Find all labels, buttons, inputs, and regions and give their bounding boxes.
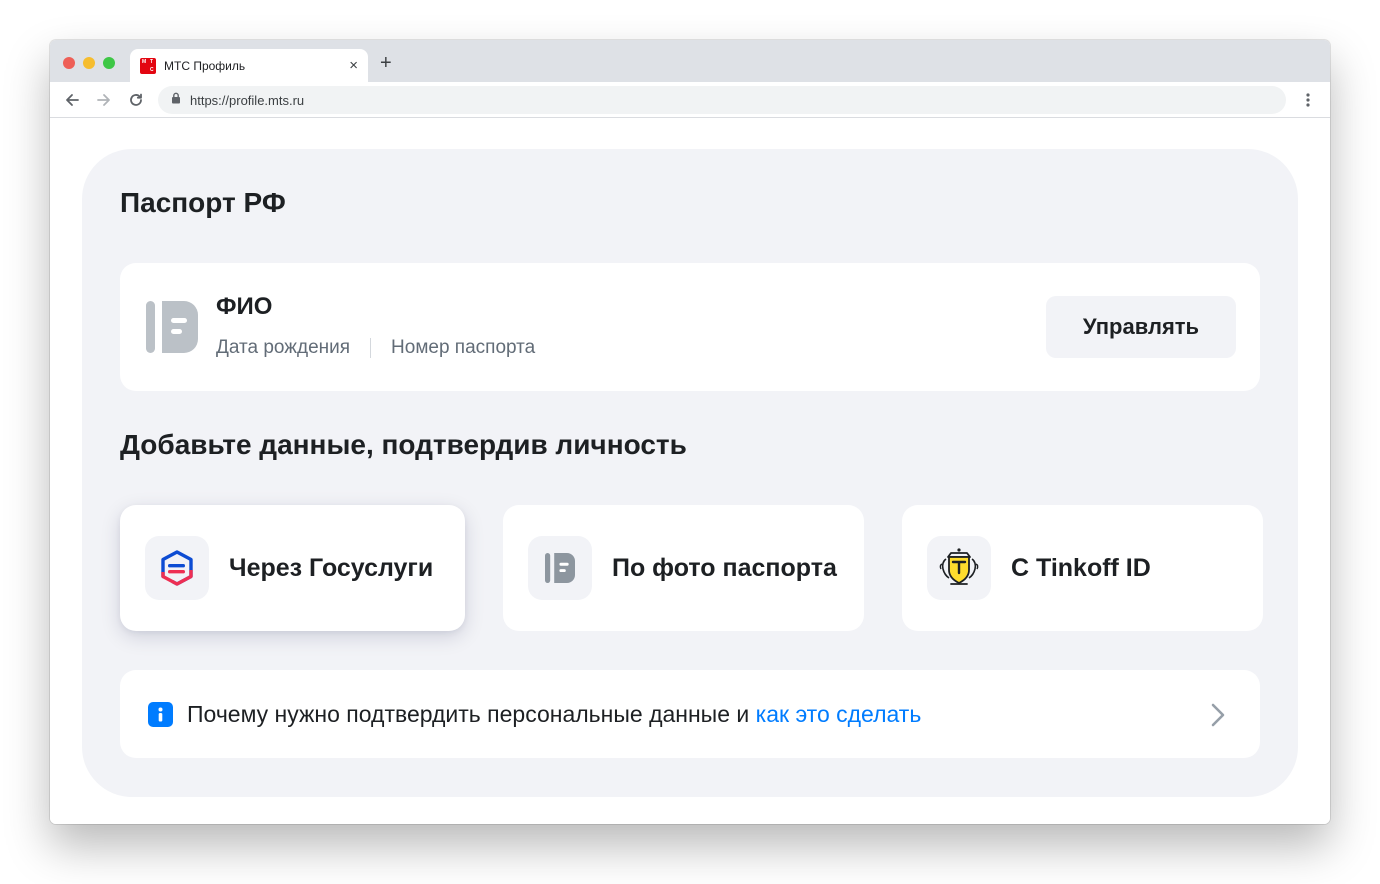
mts-favicon-icon: М Т С — [140, 57, 156, 74]
passport-photo-label: По фото паспорта — [612, 553, 837, 582]
section-title: Добавьте данные, подтвердив личность — [120, 429, 687, 460]
gosuslugi-label: Через Госуслуги — [229, 553, 434, 582]
lock-icon — [171, 91, 181, 109]
passport-photo-icon — [528, 536, 592, 600]
passport-card: ФИО Дата рождения Номер паспорта Управля… — [120, 263, 1260, 391]
tab-close-icon[interactable]: × — [349, 58, 358, 73]
address-bar[interactable]: https://profile.mts.ru — [158, 86, 1286, 114]
info-icon — [148, 701, 173, 727]
birth-date-label: Дата рождения — [216, 337, 351, 358]
passport-photo-option[interactable]: По фото паспорта — [503, 505, 864, 631]
gosuslugi-option[interactable]: Через Госуслуги — [120, 505, 465, 631]
tinkoff-icon — [927, 536, 991, 600]
page-viewport: Паспорт РФ ФИО Дата рождения Номер паспо… — [50, 119, 1330, 824]
browser-window: М Т С МТС Профиль × + https://profile.mt… — [50, 40, 1330, 824]
back-arrow-icon[interactable] — [62, 90, 82, 110]
gosuslugi-icon — [145, 536, 209, 600]
info-text: Почему нужно подтвердить персональные да… — [187, 701, 921, 728]
browser-tab-active[interactable]: М Т С МТС Профиль × — [130, 49, 368, 82]
reload-icon[interactable] — [126, 90, 146, 110]
chevron-right-icon[interactable] — [1210, 702, 1226, 733]
window-close-button[interactable] — [63, 57, 75, 69]
page-title: Паспорт РФ — [120, 187, 286, 218]
new-tab-button[interactable]: + — [380, 52, 392, 74]
tab-title: МТС Профиль — [164, 58, 246, 73]
passport-document-icon — [146, 301, 198, 358]
window-maximize-button[interactable] — [103, 57, 115, 69]
tinkoff-label: С Tinkoff ID — [1011, 553, 1151, 582]
forward-arrow-icon[interactable] — [94, 90, 114, 110]
passport-panel: Паспорт РФ ФИО Дата рождения Номер паспо… — [82, 149, 1298, 797]
full-name-label: ФИО — [216, 293, 273, 320]
tab-bar: М Т С МТС Профиль × + — [50, 40, 1330, 82]
window-minimize-button[interactable] — [83, 57, 95, 69]
browser-menu-icon[interactable] — [1298, 90, 1318, 110]
manage-button[interactable]: Управлять — [1046, 296, 1236, 358]
passport-meta: Дата рождения Номер паспорта — [216, 337, 535, 359]
meta-divider — [370, 338, 372, 358]
browser-toolbar: https://profile.mts.ru — [50, 82, 1330, 118]
url-text: https://profile.mts.ru — [190, 92, 305, 108]
how-to-link[interactable]: как это сделать — [756, 701, 922, 727]
tinkoff-option[interactable]: С Tinkoff ID — [902, 505, 1263, 631]
passport-number-label: Номер паспорта — [391, 337, 536, 358]
info-text-main: Почему нужно подтвердить персональные да… — [187, 700, 756, 727]
info-banner[interactable]: Почему нужно подтвердить персональные да… — [120, 670, 1260, 758]
